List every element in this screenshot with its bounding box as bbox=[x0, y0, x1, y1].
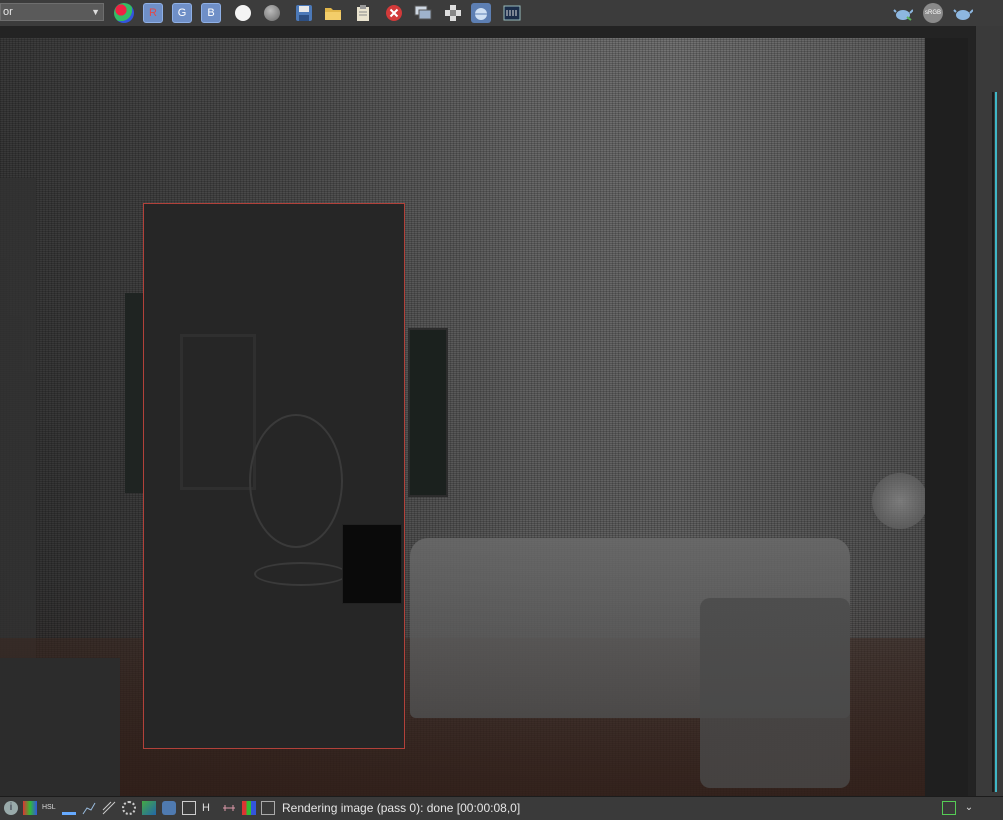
histogram-line bbox=[995, 92, 997, 792]
teapot-render-icon[interactable] bbox=[893, 3, 914, 23]
region-icon[interactable] bbox=[443, 3, 463, 23]
display-channel-select[interactable]: or ▼ bbox=[0, 3, 104, 21]
curves-icon[interactable] bbox=[82, 801, 96, 815]
maximize-icon[interactable] bbox=[942, 801, 956, 815]
stamp-icon[interactable] bbox=[242, 801, 256, 815]
status-bar: i HSL H Rendering image (pass 0): done [… bbox=[0, 796, 1003, 820]
hsl-icon[interactable]: HSL bbox=[42, 801, 56, 815]
hanging-lamp bbox=[872, 473, 928, 529]
teapot-icon[interactable] bbox=[953, 3, 974, 23]
ocio-icon[interactable] bbox=[162, 801, 176, 815]
clipboard-icon[interactable] bbox=[353, 3, 373, 23]
chair-base bbox=[254, 562, 348, 586]
sofa-arm bbox=[700, 598, 850, 788]
info-icon[interactable]: i bbox=[4, 801, 18, 815]
red-channel-button[interactable]: R bbox=[143, 3, 163, 23]
status-message: Rendering image (pass 0): done [00:00:08… bbox=[282, 801, 521, 815]
expand-icon[interactable] bbox=[261, 801, 275, 815]
open-folder-icon[interactable] bbox=[323, 3, 343, 23]
green-channel-label: G bbox=[177, 7, 187, 19]
stop-render-icon[interactable] bbox=[384, 3, 404, 23]
chevron-down-icon: ▼ bbox=[91, 7, 100, 17]
heater bbox=[342, 524, 402, 604]
lens-effects-icon[interactable] bbox=[222, 801, 236, 815]
lut-icon[interactable] bbox=[122, 801, 136, 815]
srgb-label: sRGB bbox=[924, 10, 941, 16]
blue-channel-button[interactable]: B bbox=[201, 3, 221, 23]
blue-channel-label: B bbox=[207, 7, 215, 19]
hue-label: H bbox=[202, 802, 210, 814]
right-wall-shadow bbox=[925, 38, 968, 796]
vfb-toolbar: or ▼ R G B sRGB bbox=[0, 0, 1003, 27]
display-channel-value: or bbox=[3, 6, 13, 18]
srgb-button[interactable]: sRGB bbox=[923, 3, 943, 23]
vfb-history-icon[interactable] bbox=[502, 3, 522, 23]
render-viewport[interactable] bbox=[0, 26, 975, 796]
color-channels-icon[interactable] bbox=[114, 3, 134, 23]
right-window bbox=[408, 328, 448, 497]
hue-icon[interactable]: H bbox=[202, 801, 216, 815]
red-channel-label: R bbox=[149, 7, 157, 19]
compare-icon[interactable] bbox=[413, 3, 433, 23]
render-icon[interactable] bbox=[471, 3, 491, 23]
background-icon[interactable] bbox=[142, 801, 156, 815]
rendered-image bbox=[0, 38, 968, 796]
color-correction-icon[interactable] bbox=[23, 801, 37, 815]
save-icon[interactable] bbox=[294, 3, 314, 23]
exposure-icon[interactable] bbox=[102, 801, 116, 815]
right-side-panel bbox=[975, 26, 1003, 796]
hsl-label: HSL bbox=[42, 804, 56, 811]
side-table bbox=[0, 658, 120, 796]
gray-sphere-icon[interactable] bbox=[264, 5, 280, 21]
render-region-box[interactable] bbox=[143, 203, 405, 749]
region-window bbox=[180, 334, 256, 490]
levels-icon[interactable] bbox=[62, 801, 76, 815]
white-balance-icon[interactable] bbox=[182, 801, 196, 815]
green-channel-button[interactable]: G bbox=[172, 3, 192, 23]
hanging-chair bbox=[249, 414, 343, 548]
panel-divider bbox=[992, 92, 994, 792]
dropdown-icon[interactable]: ⌄ bbox=[962, 801, 976, 815]
white-sphere-icon[interactable] bbox=[235, 5, 251, 21]
